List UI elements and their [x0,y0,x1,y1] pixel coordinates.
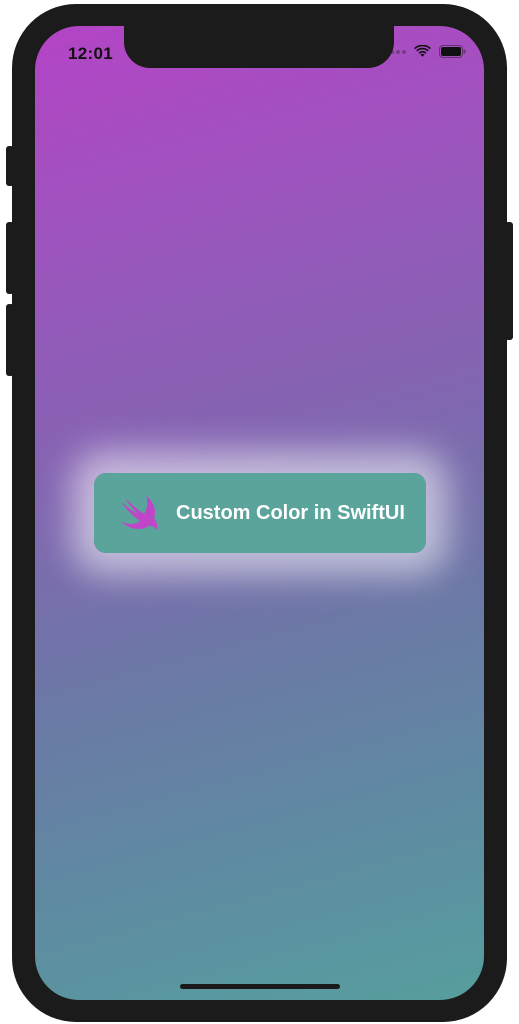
screen: 12:01 Custom Color in SwiftUI [35,26,484,1000]
notch [124,26,394,68]
button-label: Custom Color in SwiftUI [176,501,405,524]
signal-dots-icon [384,49,406,54]
wifi-icon [414,45,431,58]
home-indicator[interactable] [180,984,340,989]
battery-icon [439,45,466,58]
status-icons [384,45,466,58]
volume-down-button [6,304,14,376]
volume-up-button [6,222,14,294]
status-time: 12:01 [68,44,113,63]
custom-color-button[interactable]: Custom Color in SwiftUI [94,473,426,553]
silent-switch [6,146,14,186]
swift-logo-icon [116,493,162,533]
power-button [505,222,513,340]
